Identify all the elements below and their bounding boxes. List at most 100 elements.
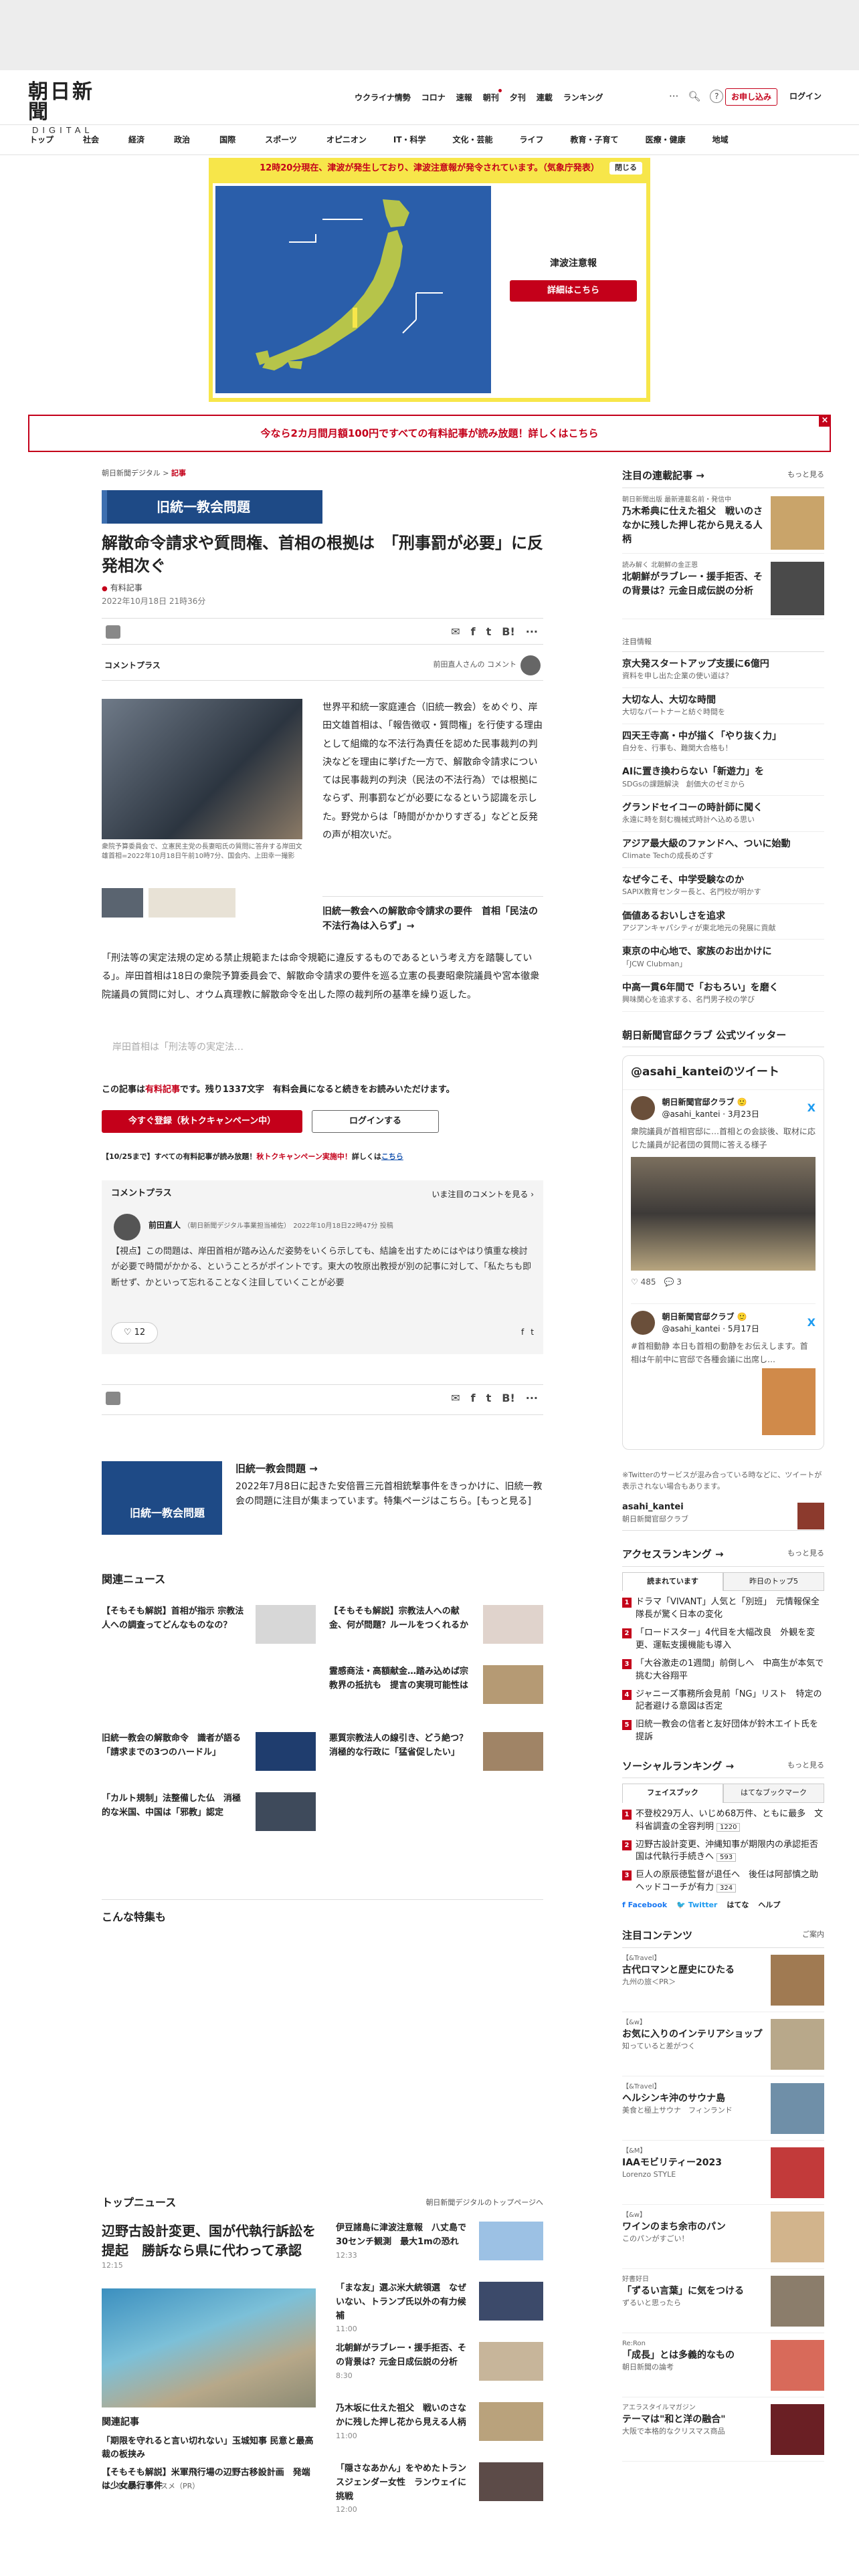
social-item[interactable]: 1 不登校29万人、いじめ68万件、ともに最多 文科省調査の全容判明 1220 — [622, 1808, 824, 1834]
notice-item[interactable]: 京大発スタートアップ支援に6億円 資料を申し出た企業の使い道は？ — [622, 652, 824, 688]
content-item[interactable]: 好書好日 「ずるい言葉」に気をつける ずるいと思ったら — [622, 2269, 824, 2333]
top-news-item[interactable]: 「隠さなあかん」をやめたトランスジェンダー女性 ランウェイに挑戦 12:00 — [336, 2462, 543, 2516]
twitter-share-icon[interactable]: t — [486, 1390, 492, 1406]
facebook-link[interactable]: f Facebook — [622, 1900, 667, 1911]
hatena-share-icon[interactable]: B! — [502, 624, 515, 640]
tab-facebook[interactable]: フェイスブック — [622, 1784, 723, 1803]
content-item[interactable]: 【&w】 ワインのまち余市のパン このパンがすごい！ — [622, 2205, 824, 2269]
cat-culture[interactable]: 文化・芸能 — [453, 134, 493, 146]
tweet[interactable]: 朝日新聞官邸クラブ 🙂 @asahi_kantei · 5月17日 X #首相動静… — [631, 1303, 816, 1436]
cat-it-science[interactable]: IT・科学 — [393, 134, 426, 146]
top-news-lead[interactable]: 辺野古設計変更、国が代執行訴訟を提起 勝訴なら県に代わって承認 12:15 — [102, 2222, 316, 2271]
mail-share-icon[interactable]: ✉ — [451, 624, 460, 640]
notice-item[interactable]: グランドセイコーの時計師に聞く 永遠に時を刻む機械式時計へ込める思い — [622, 796, 824, 832]
related-news-item[interactable]: 【そもそも解説】宗教法人への献金、何が問題？ルールをつくれるか — [329, 1605, 543, 1644]
related-news-item[interactable]: 霊感商法・高額献金…踏み込めば宗教界の抵抗も 提言の実現可能性は — [329, 1665, 543, 1704]
tab-hatena[interactable]: はてなブックマーク — [723, 1784, 824, 1803]
series-item[interactable]: 読み解く 北朝鮮の金正恩 北朝鮮がラブレー・援手拒否、その背景は？元金日成伝説の… — [622, 554, 824, 619]
cat-politics[interactable]: 政治 — [174, 134, 190, 146]
commenter-name[interactable]: 前田直人 — [149, 1220, 181, 1230]
cat-economy[interactable]: 経済 — [128, 134, 145, 146]
tsunami-close-button[interactable]: 閉じる — [609, 162, 642, 175]
twitter-link[interactable]: 🐦 Twitter — [676, 1900, 717, 1911]
nav-series[interactable]: 連載 — [537, 92, 553, 104]
top-news-item[interactable]: 伊豆諸島に津波注意報 八丈島で30センチ観測 最大1mの恐れ 12:33 — [336, 2222, 543, 2261]
ranking-item[interactable]: 1 ドラマ「VIVANT」人気と「別班」 元情報保全隊長が驚く日本の変化 — [622, 1596, 824, 1622]
search-icon[interactable]: 🔍︎ — [688, 89, 700, 104]
thumbnail[interactable] — [102, 888, 143, 918]
login-link[interactable]: ログイン — [789, 90, 822, 102]
ranking-item[interactable]: 3 「大谷激走の1週間」前倒しへ 中高生が本気で挑む大谷翔平 — [622, 1658, 824, 1683]
related-news-item[interactable]: 旧統一教会の解散命令 識者が語る「請求までの3つのハードル」 — [102, 1732, 316, 1771]
ranking-title[interactable]: アクセスランキング → — [622, 1548, 724, 1560]
content-item[interactable]: アエラスタイルマガジン テーマは"和と洋の融合" 大阪で本格的なクリスマス商品 — [622, 2397, 824, 2462]
login-button[interactable]: ログインする — [312, 1110, 439, 1133]
nav-morning[interactable]: 朝刊 — [483, 89, 502, 104]
series-more-link[interactable]: もっと見る — [787, 469, 824, 481]
top-news-item[interactable]: 北朝鮮がラブレー・援手拒否、その背景は？元金日成伝説の分析 8:30 — [336, 2342, 543, 2381]
social-item[interactable]: 3 巨人の原辰徳監督が退任へ 後任は阿部慎之助ヘッドコーチが有力 324 — [622, 1869, 824, 1895]
notice-item[interactable]: 東京の中心地で、家族のお出かけに 「JCW Clubman」 — [622, 940, 824, 976]
twitter-share-icon[interactable]: t — [486, 624, 492, 640]
campaign-link[interactable]: こちら — [381, 1152, 403, 1161]
nav-breaking[interactable]: 速報 — [456, 92, 472, 104]
series-feature-title[interactable]: 旧統一教会問題 → — [235, 1461, 318, 1477]
related-news-item[interactable]: 【そもそも解説】首相が指示 宗教法人への調査ってどんなものなの？ — [102, 1605, 316, 1644]
help-icon[interactable]: ? — [710, 90, 724, 104]
nav-corona[interactable]: コロナ — [421, 92, 446, 104]
hatena-link[interactable]: はてな — [727, 1900, 749, 1911]
notice-item[interactable]: アジア最大級のファンドへ、ついに始動 Climate Techの成長めざす — [622, 832, 824, 868]
content-item[interactable]: Re:Ron 「成長」とは多義的なもの 朝日新聞の論考 — [622, 2333, 824, 2397]
register-button[interactable]: 今すぐ登録（秋トクキャンペーン中） — [102, 1110, 302, 1133]
breadcrumb-site[interactable]: 朝日新聞デジタル — [102, 469, 161, 477]
ranking-item[interactable]: 2 「ロードスター」4代目を大幅改良 外観を変更、運転支援機能も導入 — [622, 1627, 824, 1652]
series-item[interactable]: 朝日新聞出版 最新連載名前・発信中 乃木希典に仕えた祖父 戦いのさなかに残した押… — [622, 488, 824, 554]
social-item[interactable]: 2 辺野古設計変更、沖縄知事が期限内の承認拒否 国は代執行手続きへ 593 — [622, 1839, 827, 1864]
like-button[interactable]: ♡ 12 — [111, 1322, 158, 1344]
nav-ranking[interactable]: ランキング — [563, 92, 603, 104]
ranking-item[interactable]: 5 旧統一教会の信者と友好団体が鈴木エイト氏を提訴 — [622, 1719, 824, 1744]
cat-international[interactable]: 国際 — [219, 134, 235, 146]
tsunami-detail-button[interactable]: 詳細はこちら — [510, 280, 637, 302]
more-menu-icon[interactable]: ··· — [669, 89, 678, 104]
content-item[interactable]: 【&M】 IAAモビリティー2023 Lorenzo STYLE — [622, 2141, 824, 2205]
tab-read[interactable]: 読まれています — [622, 1572, 723, 1592]
related-news-item[interactable]: 悪質宗教法人の線引き、どう絶つ？ 消極的な行政に「猛省促したい」 — [329, 1732, 543, 1771]
article-photo[interactable] — [102, 699, 302, 839]
series-banner[interactable]: 旧統一教会問題 — [102, 490, 322, 524]
breadcrumb-section[interactable]: 記事 — [171, 469, 186, 477]
cat-region[interactable]: 地域 — [712, 134, 729, 146]
hatena-share-icon[interactable]: B! — [502, 1390, 515, 1406]
twitter-account[interactable]: asahi_kantei 朝日新聞官邸クラブ — [622, 1500, 824, 1531]
related-item[interactable]: 「期限を守れると言い切れない」玉城知事 民意と最高裁の板挟み — [102, 2435, 316, 2461]
notice-item[interactable]: AIに置き換わらない「新遊力」を SDGsの課題解決 創価大のゼミから — [622, 760, 824, 796]
cat-sports[interactable]: スポーツ — [265, 134, 297, 146]
thumbnail[interactable] — [149, 888, 235, 918]
twitter-icon[interactable]: t — [531, 1326, 534, 1338]
subscribe-button[interactable]: お申し込み — [725, 88, 778, 106]
comment-more-link[interactable]: いま注目のコメントを見る › — [432, 1188, 534, 1200]
top-news-photo[interactable] — [102, 2288, 316, 2407]
notice-item[interactable]: 大切な人、大切な時間 大切なパートナーと紡ぐ時間を — [622, 688, 824, 724]
tweet-image[interactable] — [762, 1368, 816, 1436]
content-item[interactable]: 【&Travel】 古代ロマンと歴史にひたる 九州の旅＜PR＞ — [622, 1948, 824, 2012]
more-share-icon[interactable]: ··· — [526, 1390, 538, 1406]
print-icon[interactable] — [106, 625, 120, 639]
site-logo[interactable]: 朝日新聞 DIGITAL — [28, 82, 111, 137]
related-link[interactable]: 旧統一教会への解散命令請求の要件 首相「民法の不法行為は入らず」→ — [322, 896, 543, 934]
print-icon[interactable] — [106, 1392, 120, 1405]
content-more-link[interactable]: ご案内 — [802, 1929, 824, 1941]
notice-item[interactable]: なぜ今こそ、中学受験なのか SAPIX教育センター長と、名門校が明かす — [622, 868, 824, 904]
notice-item[interactable]: 価値あるおいしさを追求 アジアンキャパシティが東北地元の発展に貢献 — [622, 904, 824, 940]
cat-opinion[interactable]: オピニオン — [326, 134, 367, 146]
campaign-close-icon[interactable]: × — [819, 415, 831, 427]
facebook-share-icon[interactable]: f — [471, 1390, 476, 1406]
top-news-item[interactable]: 「まな友」選ぶ米大統領選 なぜいない、トランプ氏以外の有力候補 11:00 — [336, 2282, 543, 2335]
top-page-link[interactable]: 朝日新聞デジタルのトップページへ — [425, 2197, 543, 2209]
cat-education[interactable]: 教育・子育て — [571, 134, 619, 146]
nav-ukraine[interactable]: ウクライナ情勢 — [355, 92, 411, 104]
nav-evening[interactable]: 夕刊 — [510, 92, 526, 104]
cat-life[interactable]: ライフ — [520, 134, 544, 146]
mail-share-icon[interactable]: ✉ — [451, 1390, 460, 1406]
tab-yesterday[interactable]: 昨日のトップ5 — [723, 1572, 824, 1592]
